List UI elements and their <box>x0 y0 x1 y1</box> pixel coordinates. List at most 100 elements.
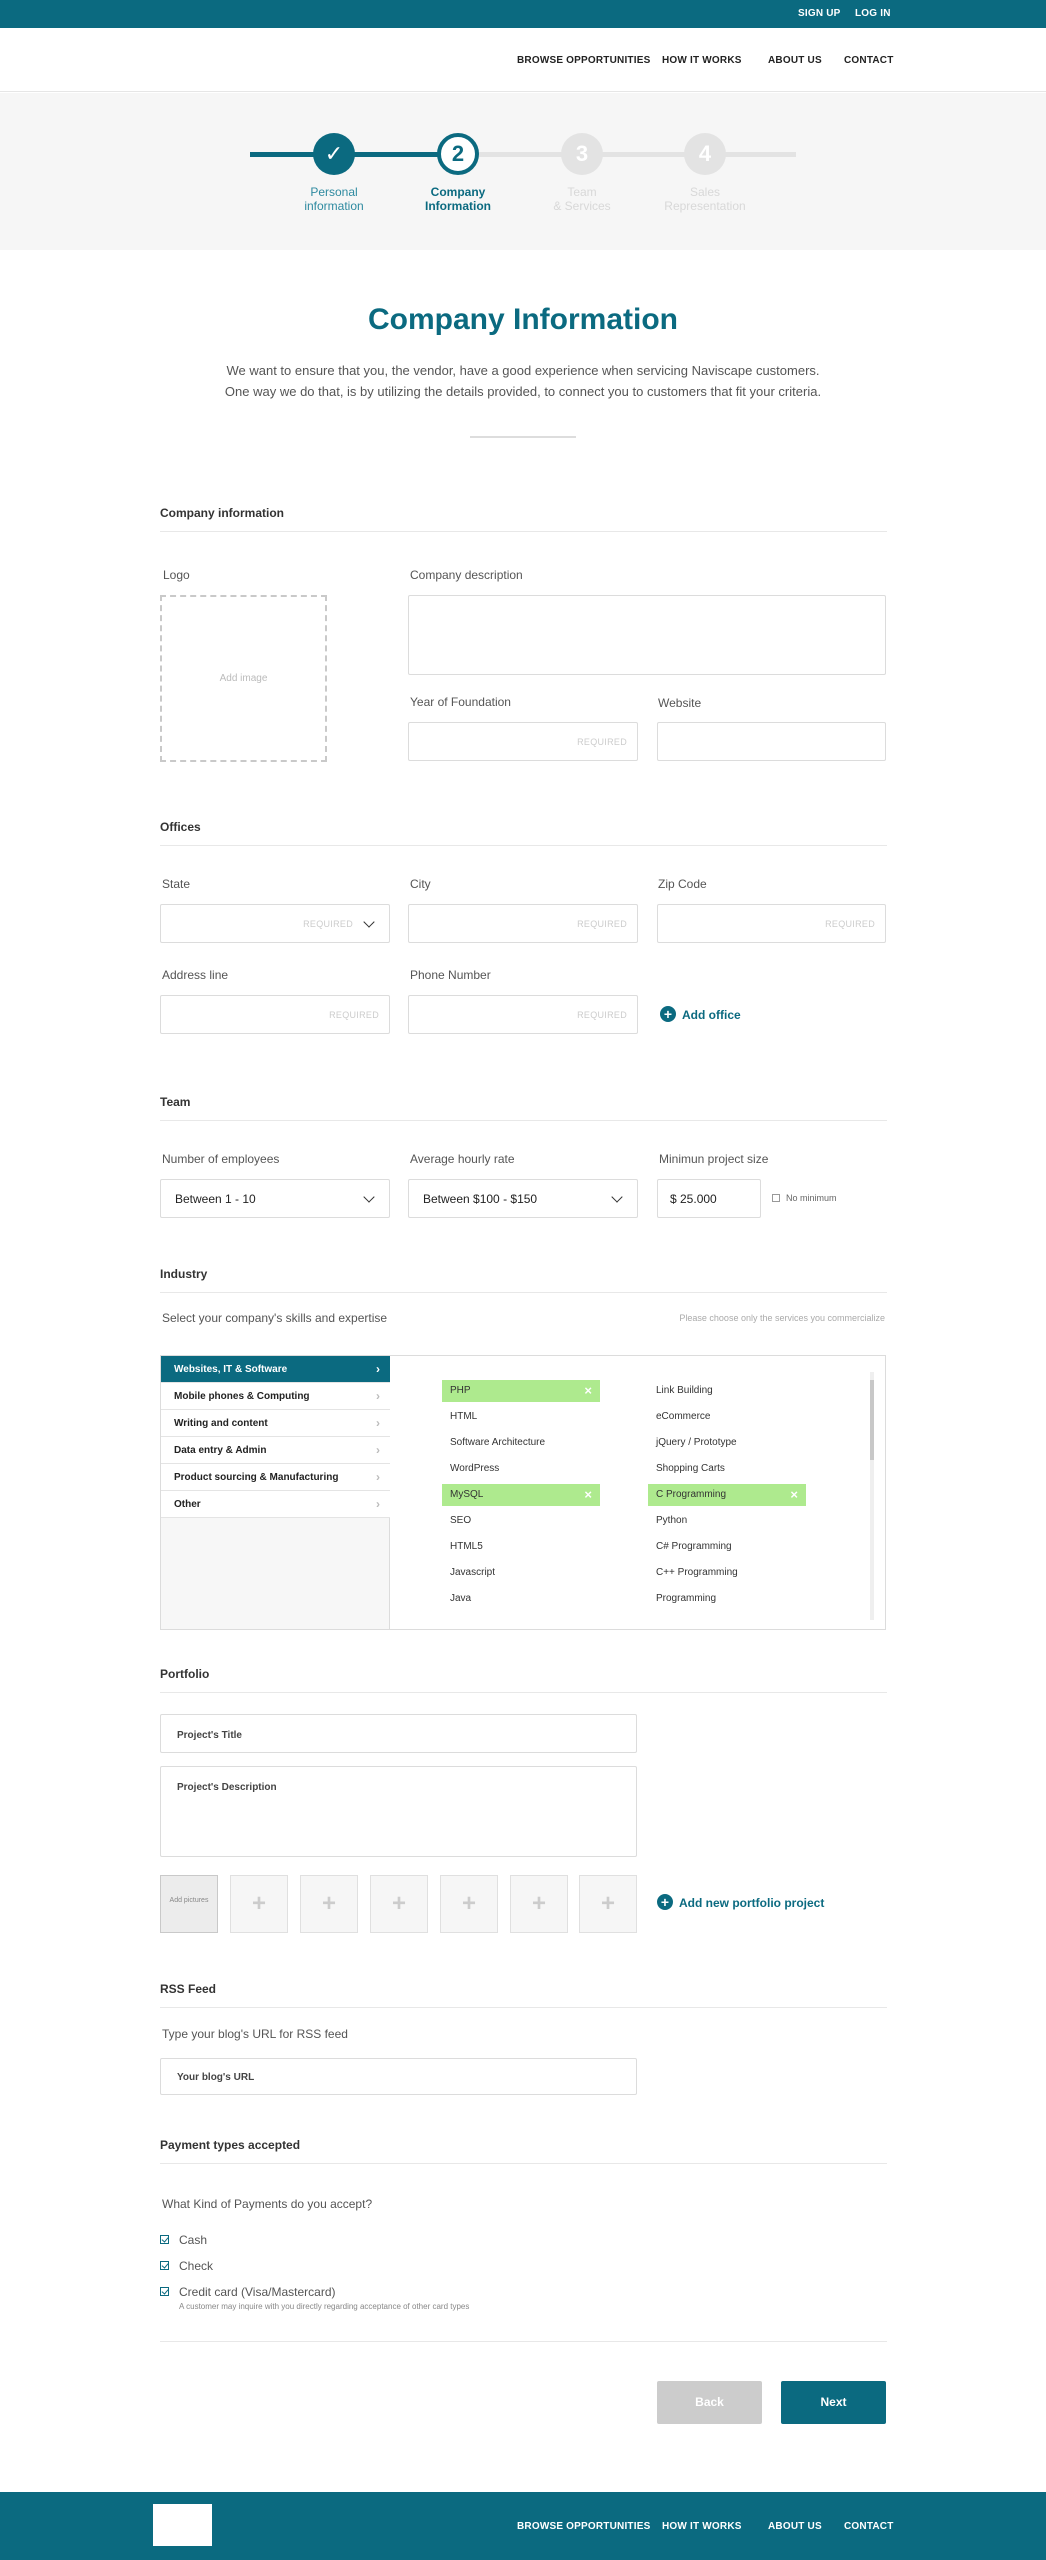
main-header: BROWSE OPPORTUNITIES HOW IT WORKS ABOUT … <box>0 28 1046 92</box>
nav-how-it-works[interactable]: HOW IT WORKS <box>662 55 742 66</box>
skills-scrollbar-thumb[interactable] <box>870 1380 874 1460</box>
section-divider <box>160 531 887 532</box>
skill-tag[interactable]: SEO <box>442 1510 600 1532</box>
credit-card-checkbox[interactable] <box>160 2287 169 2296</box>
add-office-button[interactable]: + Add office <box>660 1006 780 1024</box>
credit-card-label: Credit card (Visa/Mastercard) <box>179 2285 336 2299</box>
min-project-input[interactable]: $ 25.000 <box>657 1179 761 1218</box>
city-input[interactable]: REQUIRED <box>408 904 638 943</box>
footer-nav-about-us[interactable]: ABOUT US <box>768 2521 822 2532</box>
offices-section-title: Offices <box>160 820 201 834</box>
nav-browse-opportunities[interactable]: BROWSE OPPORTUNITIES <box>517 55 650 66</box>
add-pictures-button[interactable]: Add pictures <box>160 1875 218 1933</box>
picture-slot[interactable]: + <box>510 1875 568 1933</box>
category-item[interactable]: Websites, IT & Software › <box>161 1356 390 1383</box>
skill-tag[interactable]: C# Programming <box>648 1536 806 1558</box>
project-description-input[interactable]: Project's Description <box>160 1766 637 1857</box>
back-button[interactable]: Back <box>657 2381 762 2424</box>
rss-url-input[interactable]: Your blog's URL <box>160 2058 637 2095</box>
footer-logo[interactable] <box>153 2504 212 2546</box>
category-item[interactable]: Product sourcing & Manufacturing › <box>161 1464 390 1491</box>
address-line-input[interactable]: REQUIRED <box>160 995 390 1034</box>
step-3-circle[interactable]: 3 <box>561 133 603 175</box>
nav-about-us[interactable]: ABOUT US <box>768 55 822 66</box>
step-2-circle[interactable]: 2 <box>437 133 479 175</box>
project-title-input[interactable]: Project's Title <box>160 1714 637 1753</box>
check-label: Check <box>179 2259 214 2273</box>
foundation-label: Year of Foundation <box>410 695 511 709</box>
skill-tag[interactable]: Java <box>442 1588 600 1610</box>
section-divider <box>160 1292 887 1293</box>
industry-subtitle: Select your company's skills and experti… <box>162 1311 388 1325</box>
website-input[interactable] <box>657 722 886 761</box>
skill-tag[interactable]: Python <box>648 1510 806 1532</box>
step-1-label: Personal information <box>304 185 364 213</box>
picture-slot[interactable]: + <box>370 1875 428 1933</box>
skill-tag[interactable]: eCommerce <box>648 1406 806 1428</box>
next-button[interactable]: Next <box>781 2381 886 2424</box>
category-item[interactable]: Data entry & Admin › <box>161 1437 390 1464</box>
skill-tag[interactable]: MySQL × <box>442 1484 600 1506</box>
intro-text: We want to ensure that you, the vendor, … <box>224 363 822 399</box>
skill-tag[interactable]: HTML <box>442 1406 600 1428</box>
zip-label: Zip Code <box>658 877 707 891</box>
employees-select[interactable]: Between 1 - 10 <box>160 1179 390 1218</box>
skill-tag[interactable]: C Programming × <box>648 1484 806 1506</box>
picture-slot[interactable]: + <box>230 1875 288 1933</box>
section-divider <box>160 845 887 846</box>
category-item[interactable]: Other › <box>161 1491 390 1518</box>
skill-tag[interactable]: Programming <box>648 1588 806 1610</box>
skill-tag[interactable]: Link Building <box>648 1380 806 1402</box>
hourly-rate-select[interactable]: Between $100 - $150 <box>408 1179 638 1218</box>
required-hint: REQUIRED <box>303 919 353 929</box>
nav-contact[interactable]: CONTACT <box>844 55 894 66</box>
required-hint: REQUIRED <box>577 1010 627 1020</box>
skill-tag[interactable]: C++ Programming <box>648 1562 806 1584</box>
skill-tag[interactable]: PHP × <box>442 1380 600 1402</box>
employees-label: Number of employees <box>162 1152 280 1166</box>
company-section-title: Company information <box>160 506 285 520</box>
step-1-circle[interactable]: ✓ <box>313 133 355 175</box>
close-icon: × <box>790 1487 798 1502</box>
plus-icon: + <box>461 1890 476 1917</box>
chevron-down-icon <box>363 1191 375 1203</box>
employees-value: Between 1 - 10 <box>175 1192 256 1206</box>
skill-tag[interactable]: jQuery / Prototype <box>648 1432 806 1454</box>
skill-tag[interactable]: Shopping Carts <box>648 1458 806 1480</box>
sign-up-link[interactable]: SIGN UP <box>798 8 841 19</box>
skill-tag[interactable]: WordPress <box>442 1458 600 1480</box>
add-portfolio-project-button[interactable]: + Add new portfolio project <box>657 1894 837 1912</box>
section-divider <box>160 1692 887 1693</box>
state-select[interactable]: REQUIRED <box>160 904 390 943</box>
check-checkbox[interactable] <box>160 2261 169 2270</box>
section-divider <box>160 2341 887 2342</box>
category-item[interactable]: Writing and content › <box>161 1410 390 1437</box>
footer-nav-how-it-works[interactable]: HOW IT WORKS <box>662 2521 742 2532</box>
skill-tag[interactable]: Software Architecture <box>442 1432 600 1454</box>
category-item[interactable]: Mobile phones & Computing › <box>161 1383 390 1410</box>
skill-tag[interactable]: HTML5 <box>442 1536 600 1558</box>
no-minimum-checkbox[interactable] <box>772 1194 780 1202</box>
picture-slot[interactable]: + <box>440 1875 498 1933</box>
footer-nav-browse-opportunities[interactable]: BROWSE OPPORTUNITIES <box>517 2521 650 2532</box>
footer-nav-contact[interactable]: CONTACT <box>844 2521 894 2532</box>
skill-tag[interactable]: Javascript <box>442 1562 600 1584</box>
section-divider <box>160 2163 887 2164</box>
no-minimum-label: No minimum <box>786 1193 837 1203</box>
year-of-foundation-input[interactable]: REQUIRED <box>408 722 638 761</box>
chevron-down-icon <box>611 1191 623 1203</box>
step-4-circle[interactable]: 4 <box>684 133 726 175</box>
log-in-link[interactable]: LOG IN <box>855 8 891 19</box>
close-icon: × <box>584 1487 592 1502</box>
logo-upload[interactable]: Add image <box>160 595 327 762</box>
company-description-input[interactable] <box>408 595 886 675</box>
picture-slot[interactable]: + <box>579 1875 637 1933</box>
close-icon: × <box>584 1383 592 1398</box>
check-icon: ✓ <box>324 141 344 166</box>
plus-circle-icon: + <box>660 1006 676 1022</box>
cash-checkbox[interactable] <box>160 2235 169 2244</box>
picture-slot[interactable]: + <box>300 1875 358 1933</box>
phone-number-input[interactable]: REQUIRED <box>408 995 638 1034</box>
rate-value: Between $100 - $150 <box>423 1192 538 1206</box>
zip-code-input[interactable]: REQUIRED <box>657 904 886 943</box>
